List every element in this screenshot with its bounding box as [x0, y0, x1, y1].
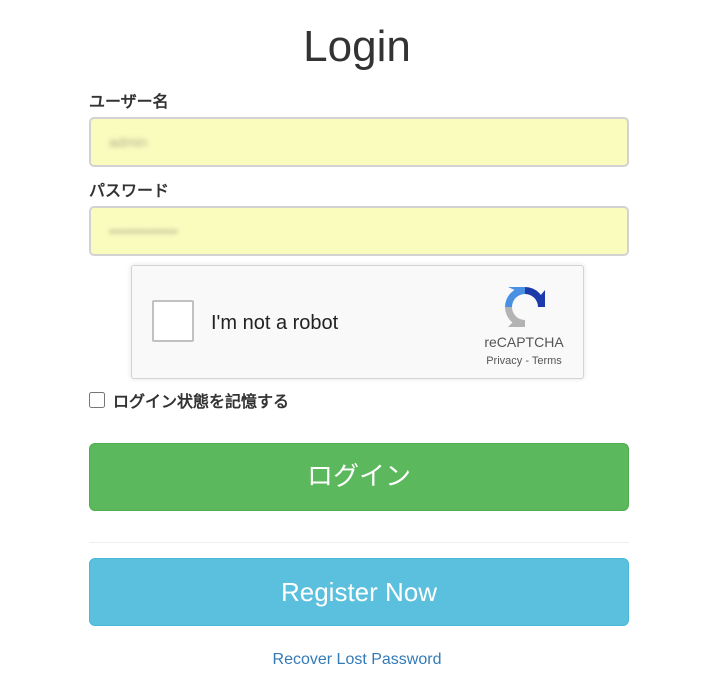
password-value: ••••••••••••••	[109, 223, 178, 239]
divider	[89, 542, 629, 543]
recover-password-link[interactable]: Recover Lost Password	[0, 651, 714, 669]
page-title: Login	[303, 22, 411, 71]
recaptcha-links: Privacy - Terms	[472, 355, 576, 367]
remember-me-label: ログイン状態を記憶する	[113, 392, 290, 411]
username-value: admin	[109, 134, 148, 150]
password-field[interactable]: ••••••••••••••	[89, 206, 629, 256]
recaptcha-brand: reCAPTCHA	[484, 334, 564, 350]
recaptcha-checkbox-label: I'm not a robot	[211, 312, 339, 334]
login-button[interactable]: ログイン	[89, 443, 629, 511]
recaptcha-privacy-link[interactable]: Privacy	[486, 355, 522, 367]
recaptcha-checkbox[interactable]	[152, 300, 194, 342]
recaptcha-widget: I'm not a robot reCAPTCHA Privacy - Term…	[131, 265, 584, 379]
username-field[interactable]: admin	[89, 117, 629, 167]
recaptcha-terms-link[interactable]: Terms	[532, 355, 562, 367]
recaptcha-logo-icon	[505, 287, 545, 327]
register-button[interactable]: Register Now	[89, 558, 629, 626]
remember-me-checkbox[interactable]	[89, 392, 105, 408]
username-label: ユーザー名	[89, 92, 169, 111]
recaptcha-link-separator: -	[522, 355, 532, 367]
password-label: パスワード	[89, 181, 170, 200]
remember-me[interactable]: ログイン状態を記憶する	[89, 389, 289, 411]
